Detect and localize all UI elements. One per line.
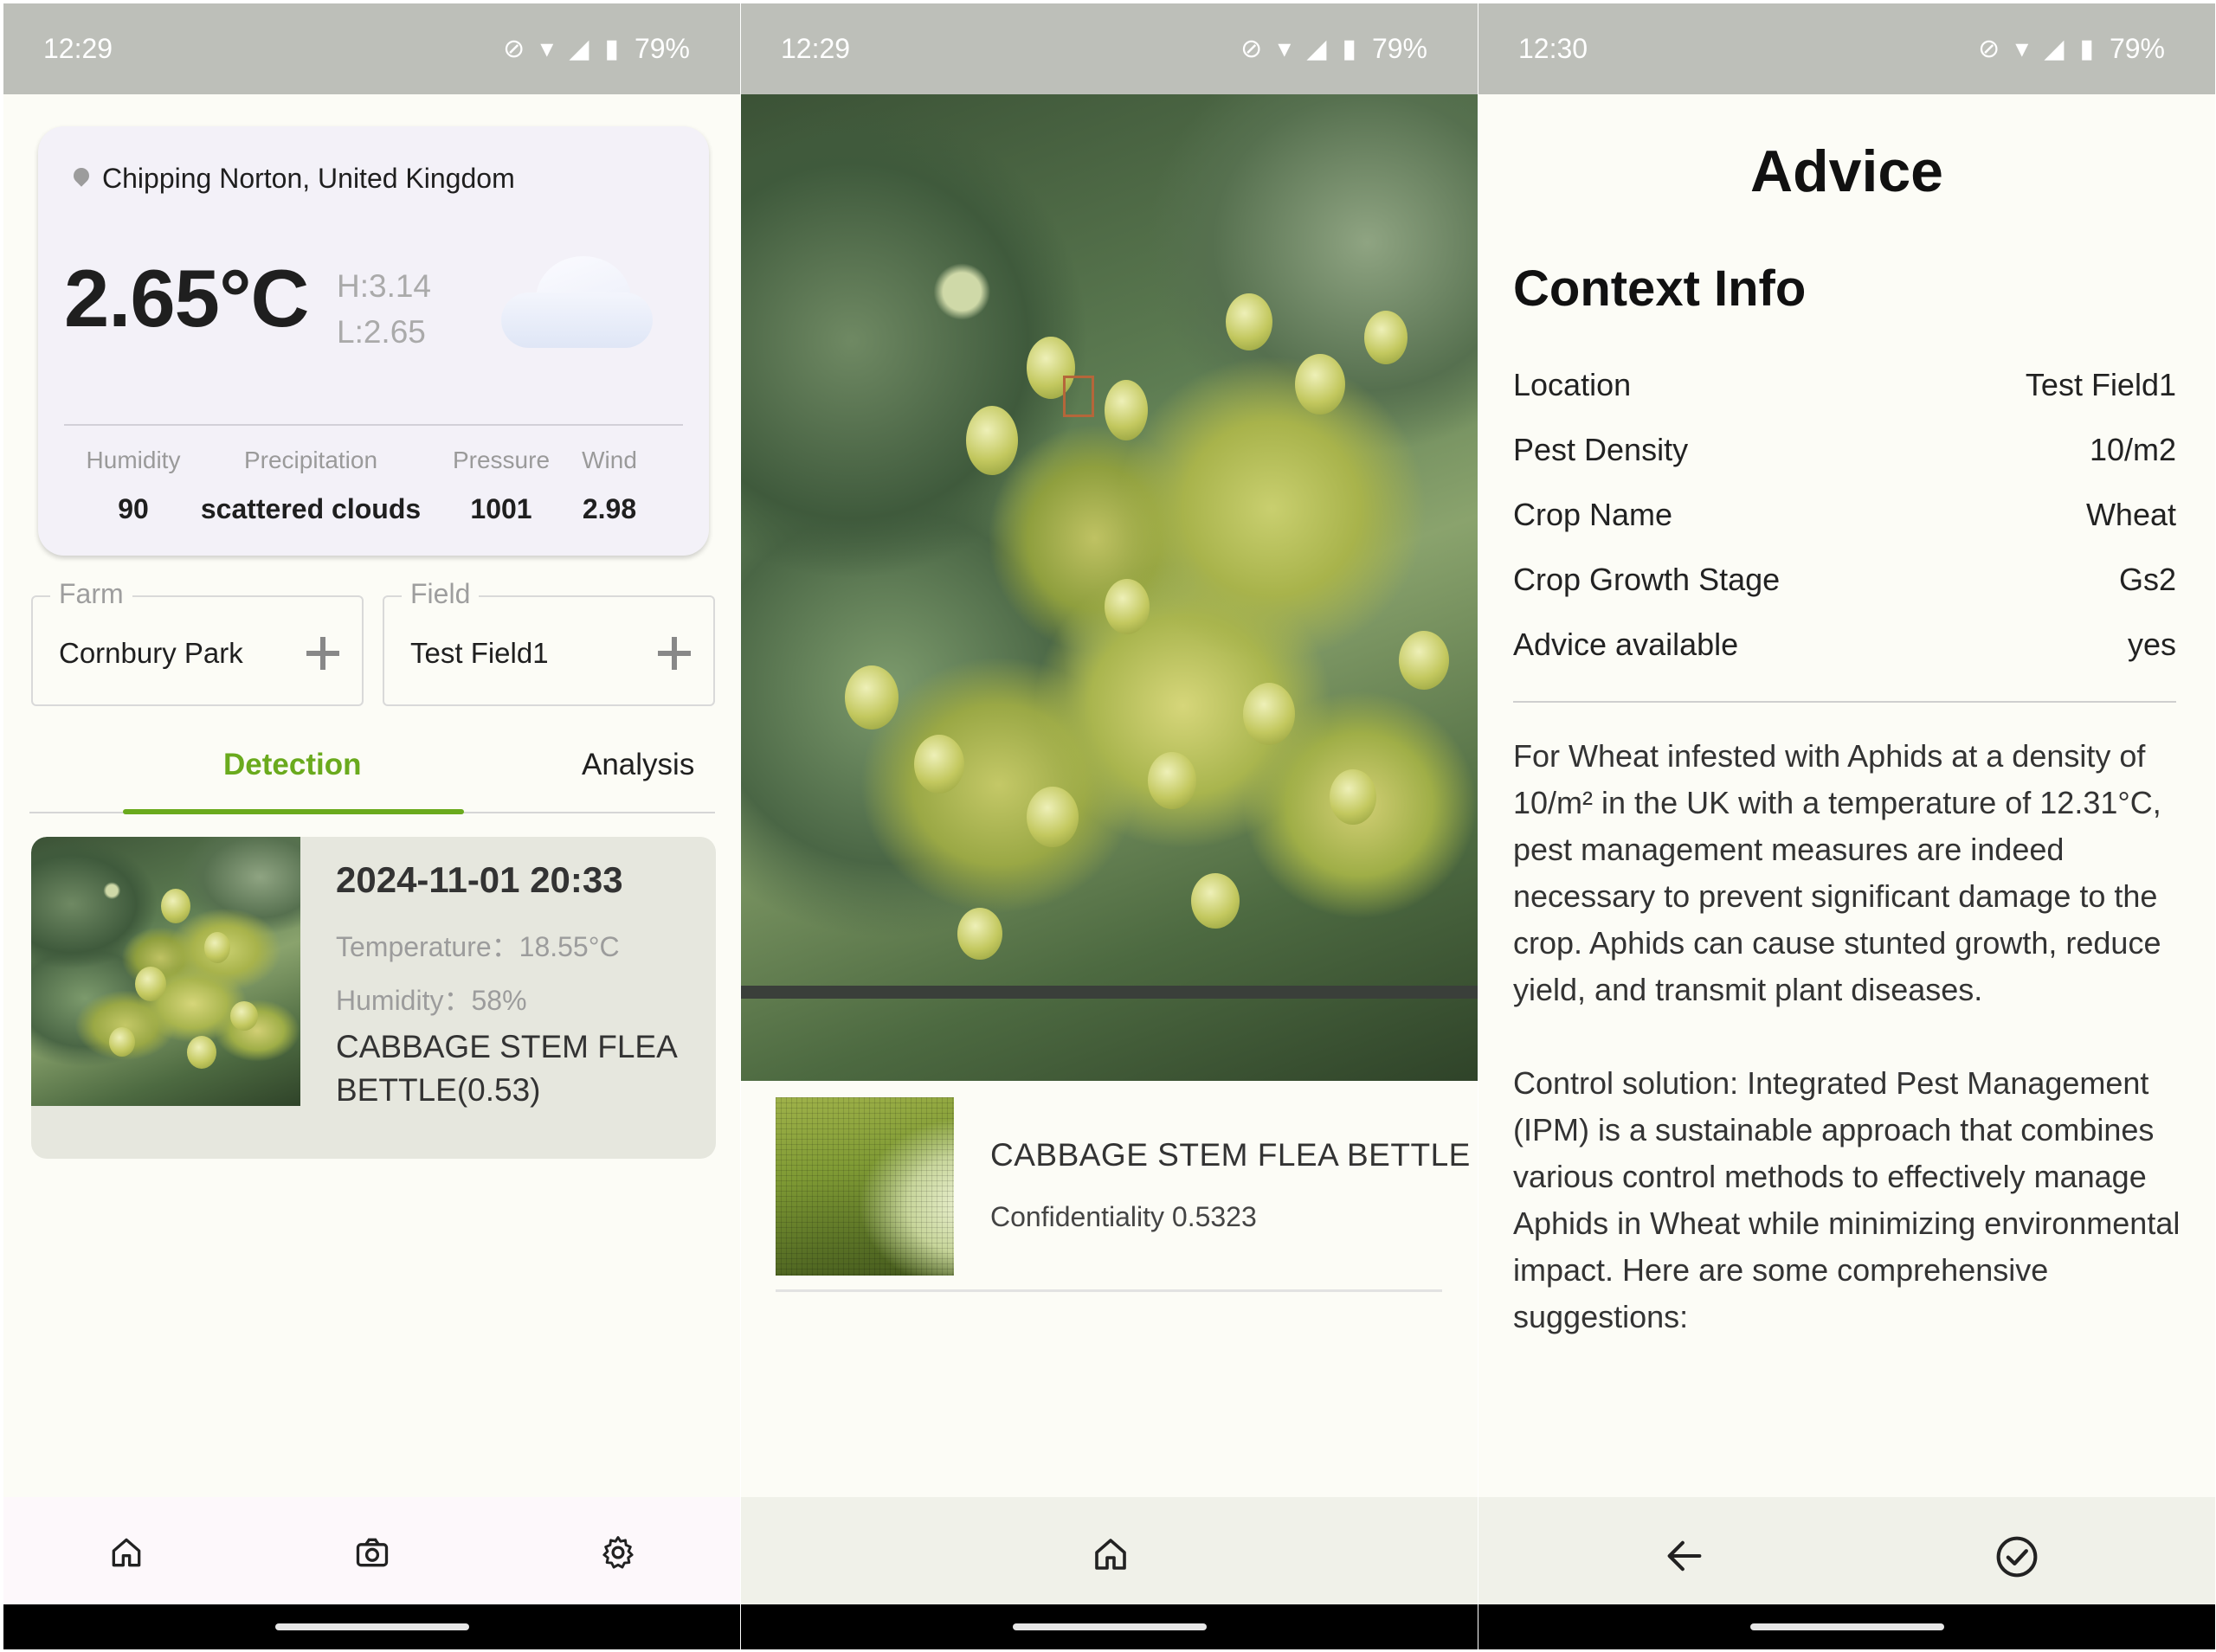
status-time: 12:29	[43, 33, 113, 64]
tab-bar: Detection Analysis	[29, 739, 715, 814]
home-gesture-bar[interactable]	[1012, 1623, 1207, 1630]
home-icon[interactable]	[107, 1533, 145, 1572]
low-temp: L:2.65	[337, 314, 426, 350]
image-scrollbar	[741, 986, 1478, 999]
advice-body: For Wheat infested with Aphids at a dens…	[1513, 733, 2188, 1387]
signal-icon: ◢	[1306, 35, 1327, 63]
status-bar: 12:29 ⊘ ▾ ◢ ▮ 79%	[741, 3, 1478, 94]
wifi-icon: ▾	[2015, 35, 2029, 63]
context-row: Advice available yes	[1513, 627, 2176, 662]
location-label: Chipping Norton, United Kingdom	[102, 163, 515, 194]
pest-crop-image	[776, 1097, 954, 1276]
advice-paragraph: For Wheat infested with Aphids at a dens…	[1513, 738, 2161, 1007]
home-icon[interactable]	[1090, 1533, 1131, 1575]
farm-selector[interactable]: Farm Cornbury Park	[31, 578, 364, 706]
battery-percent: 79%	[634, 33, 690, 64]
battery-percent: 79%	[2109, 33, 2165, 64]
bottom-navigation	[3, 1497, 740, 1604]
high-temp: H:3.14	[337, 268, 432, 304]
status-time: 12:29	[781, 33, 851, 64]
tab-indicator	[123, 809, 464, 814]
weather-card: Chipping Norton, United Kingdom 2.65°C H…	[38, 126, 709, 556]
check-circle-icon[interactable]	[1994, 1533, 2040, 1580]
location-pin-icon	[73, 168, 90, 190]
farm-value: Cornbury Park	[59, 637, 243, 669]
context-row: Location Test Field1	[1513, 367, 2176, 402]
home-gesture-bar[interactable]	[274, 1623, 469, 1630]
system-navbar	[741, 1604, 1478, 1649]
detection-pest: CABBAGE STEM FLEA BETTLE(0.53)	[336, 1029, 676, 1108]
tab-detection[interactable]: Detection	[223, 748, 361, 782]
wifi-icon: ▾	[1278, 35, 1292, 63]
wind-stat: Wind 2.98	[582, 447, 637, 524]
home-screen: 12:29 ⊘ ▾ ◢ ▮ 79% Chipping Norton, Unite…	[3, 3, 740, 1649]
tab-analysis[interactable]: Analysis	[582, 748, 694, 782]
battery-icon: ▮	[1342, 35, 1356, 63]
farm-label: Farm	[50, 578, 132, 610]
vibrate-off-icon: ⊘	[503, 35, 525, 63]
field-value: Test Field1	[410, 637, 549, 669]
status-bar: 12:29 ⊘ ▾ ◢ ▮ 79%	[3, 3, 740, 94]
field-selector[interactable]: Field Test Field1	[383, 578, 715, 706]
field-label: Field	[402, 578, 480, 610]
pest-name: CABBAGE STEM FLEA BETTLE	[990, 1137, 1471, 1173]
temperature-value: 2.65°C	[64, 253, 309, 344]
detection-card[interactable]: 2024-11-01 20:33 Temperature：18.55°C Hum…	[31, 837, 716, 1159]
divider	[64, 424, 683, 426]
page-title: Advice	[1750, 138, 1943, 204]
humidity-stat: Humidity 90	[86, 447, 181, 524]
captured-photo	[741, 94, 1478, 1081]
add-farm-icon[interactable]	[306, 637, 339, 670]
divider	[776, 1289, 1442, 1292]
camera-icon[interactable]	[353, 1533, 391, 1572]
signal-icon: ◢	[2044, 35, 2065, 63]
system-navbar	[1478, 1604, 2215, 1649]
bottom-navigation	[1478, 1497, 2215, 1604]
add-field-icon[interactable]	[658, 637, 691, 670]
section-title: Context Info	[1513, 260, 1807, 317]
back-arrow-icon[interactable]	[1662, 1533, 1707, 1578]
settings-icon[interactable]	[599, 1533, 637, 1572]
precipitation-stat: Precipitation scattered clouds	[200, 447, 422, 524]
status-time: 12:30	[1518, 33, 1588, 64]
detection-result-screen: 12:29 ⊘ ▾ ◢ ▮ 79% CABBAGE STEM FLEA BETT…	[741, 3, 1478, 1649]
advice-paragraph: Control solution: Integrated Pest Manage…	[1513, 1065, 2181, 1334]
signal-icon: ◢	[569, 35, 589, 63]
cloud-icon	[501, 256, 657, 351]
bottom-navigation	[741, 1497, 1478, 1604]
vibrate-off-icon: ⊘	[1978, 35, 2000, 63]
advice-screen: 12:30 ⊘ ▾ ◢ ▮ 79% Advice Context Info Lo…	[1478, 3, 2215, 1649]
detection-box	[1063, 376, 1094, 417]
detection-date: 2024-11-01 20:33	[336, 859, 623, 900]
detection-humidity: Humidity：58%	[336, 985, 527, 1016]
wifi-icon: ▾	[540, 35, 554, 63]
detection-temperature: Temperature：18.55°C	[336, 931, 620, 962]
vibrate-off-icon: ⊘	[1240, 35, 1263, 63]
context-row: Crop Name Wheat	[1513, 497, 2176, 532]
battery-icon: ▮	[604, 35, 619, 63]
home-gesture-bar[interactable]	[1749, 1623, 1944, 1630]
context-row: Crop Growth Stage Gs2	[1513, 562, 2176, 597]
context-row: Pest Density 10/m2	[1513, 432, 2176, 467]
pressure-stat: Pressure 1001	[452, 447, 551, 524]
status-bar: 12:30 ⊘ ▾ ◢ ▮ 79%	[1478, 3, 2215, 94]
system-navbar	[3, 1604, 740, 1649]
confidence-value: Confidentiality 0.5323	[990, 1201, 1257, 1232]
detection-thumbnail	[31, 837, 300, 1106]
divider	[1513, 701, 2176, 703]
battery-icon: ▮	[2079, 35, 2094, 63]
battery-percent: 79%	[1371, 33, 1427, 64]
